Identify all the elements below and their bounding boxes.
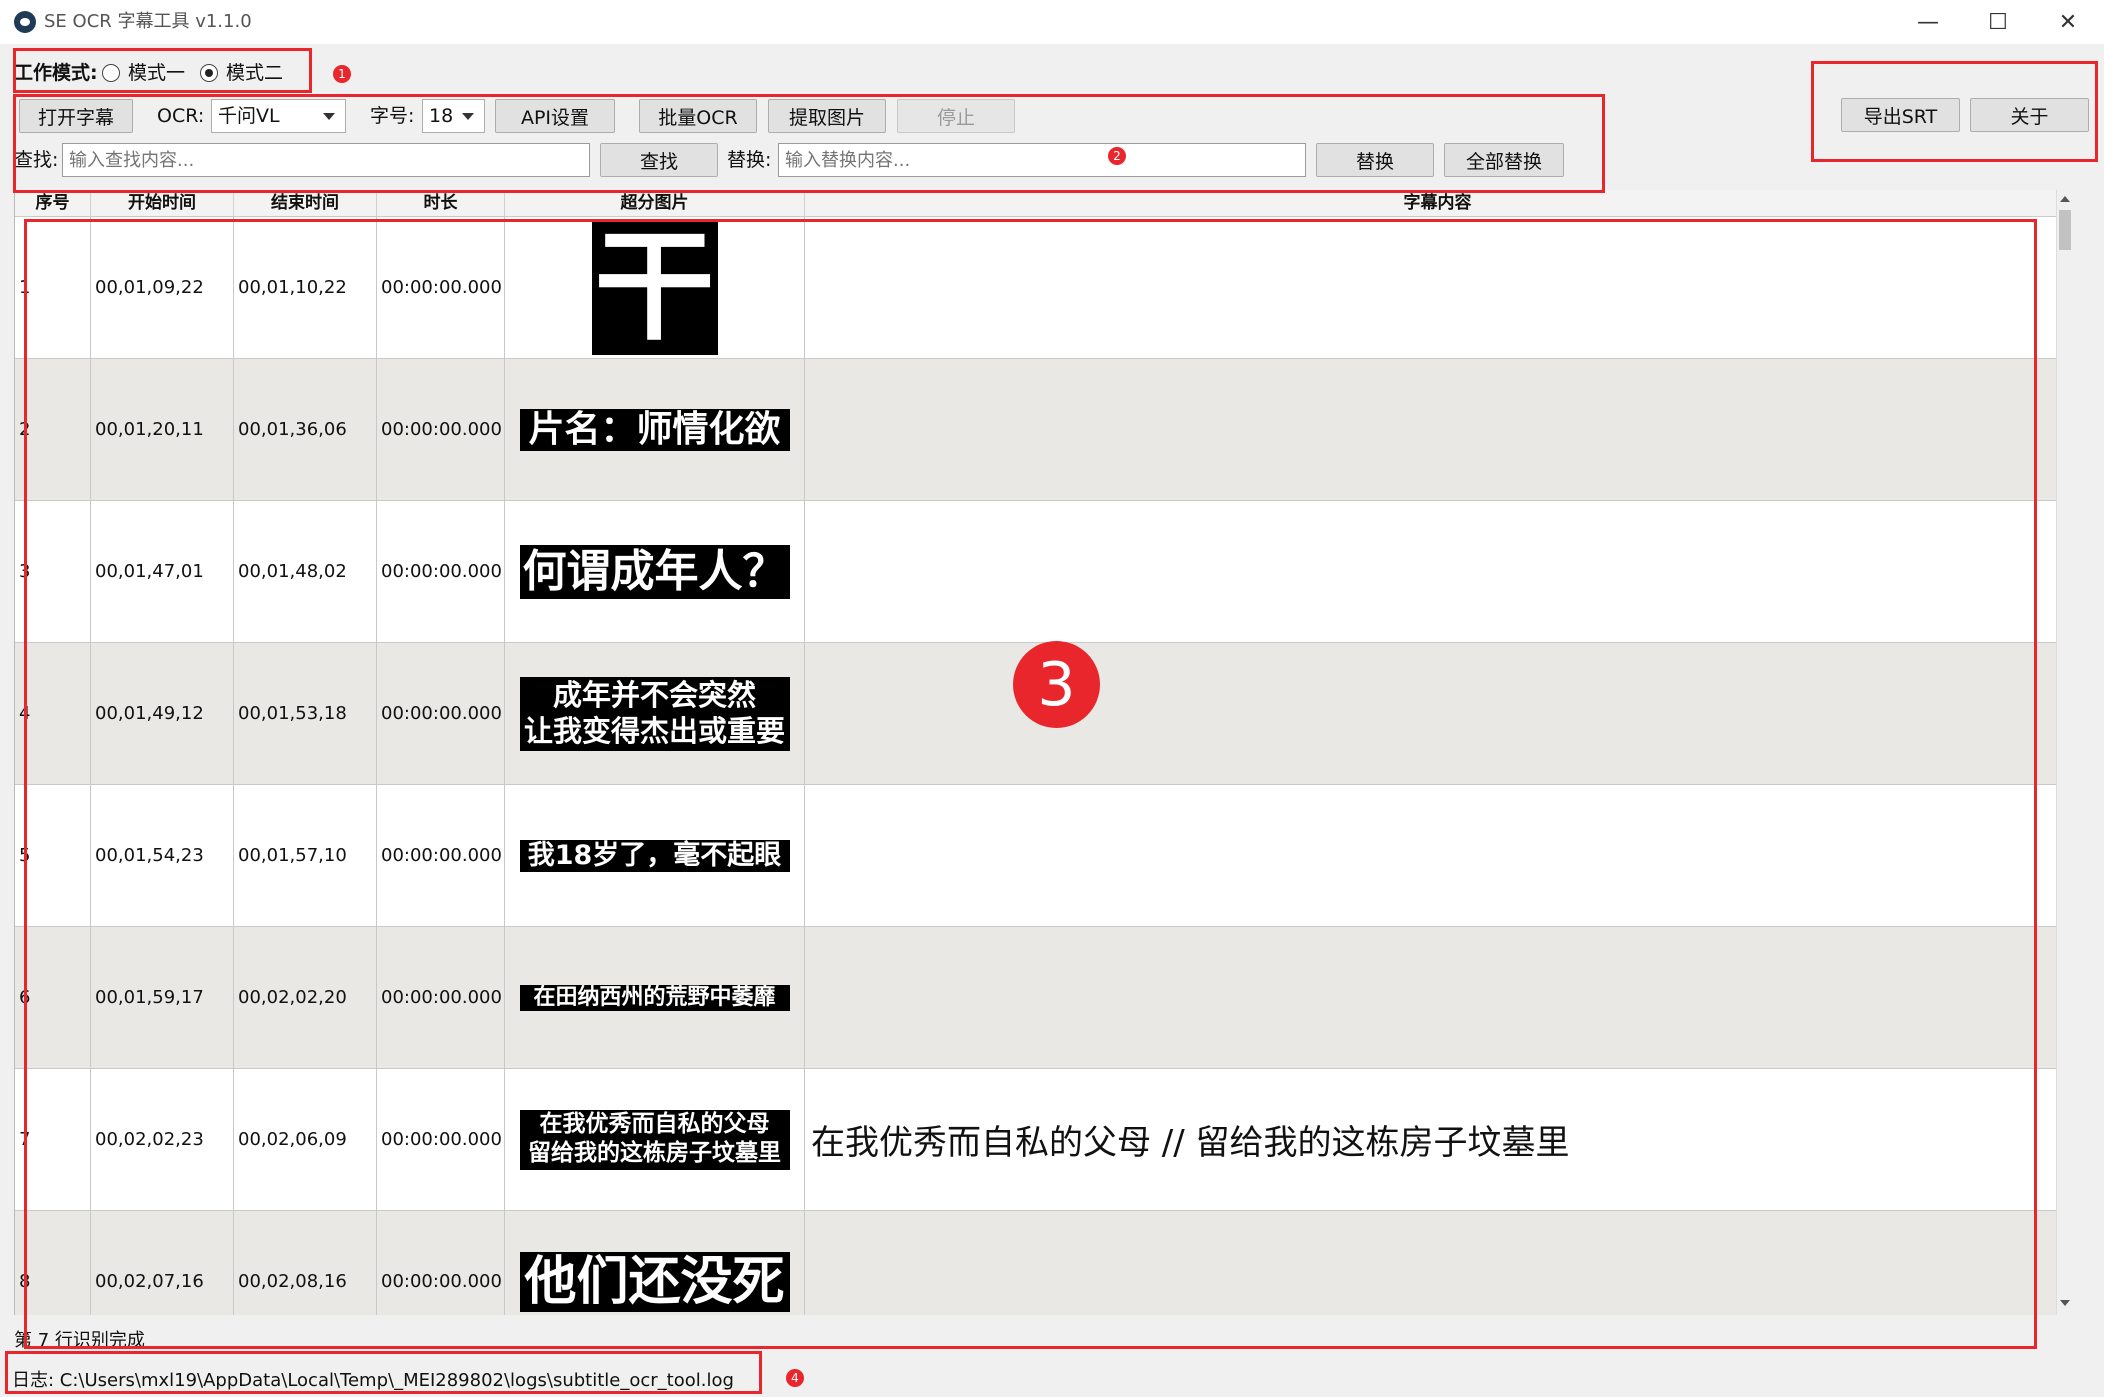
annotation-marker-2: 2	[1108, 147, 1126, 165]
header-content[interactable]: 字幕内容	[805, 190, 2071, 216]
app-icon	[14, 11, 36, 33]
scroll-up-icon[interactable]	[2060, 196, 2070, 202]
header-start-time[interactable]: 开始时间	[91, 190, 234, 216]
annotation-marker-3: 3	[1013, 641, 1100, 728]
annotation-marker-1: 1	[333, 65, 351, 83]
annotation-box-top-right	[1811, 61, 2098, 162]
annotation-box-1	[13, 48, 312, 93]
header-duration[interactable]: 时长	[377, 190, 505, 216]
window-title: SE OCR 字幕工具 v1.1.0	[44, 11, 252, 32]
header-image[interactable]: 超分图片	[505, 190, 805, 216]
scroll-thumb[interactable]	[2059, 210, 2071, 250]
close-button[interactable]: ✕	[2032, 0, 2104, 44]
title-bar: SE OCR 字幕工具 v1.1.0 — ☐ ✕	[0, 0, 2104, 44]
scroll-down-icon[interactable]	[2060, 1300, 2070, 1306]
annotation-box-2	[13, 94, 1605, 193]
header-index[interactable]: 序号	[15, 190, 91, 216]
minimize-button[interactable]: —	[1892, 0, 1964, 44]
table-scrollbar[interactable]	[2056, 190, 2073, 1315]
annotation-box-4	[5, 1351, 762, 1394]
maximize-button[interactable]: ☐	[1962, 0, 2034, 44]
annotation-box-3	[24, 219, 2037, 1349]
header-end-time[interactable]: 结束时间	[234, 190, 377, 216]
table-header: 序号 开始时间 结束时间 时长 超分图片 字幕内容	[15, 190, 2071, 217]
annotation-marker-4: 4	[786, 1369, 804, 1387]
